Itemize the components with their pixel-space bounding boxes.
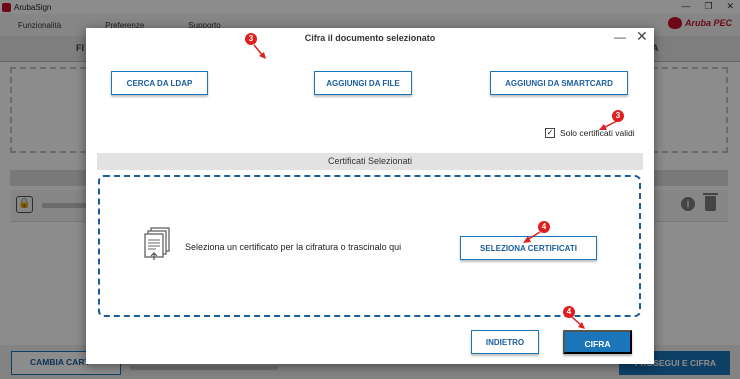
- select-certificates-button[interactable]: SELEZIONA CERTIFICATI: [460, 236, 597, 260]
- step-badge-3-title: 3: [245, 33, 257, 45]
- dialog-close-icon[interactable]: ✕: [636, 28, 648, 45]
- add-from-smartcard-button[interactable]: AGGIUNGI DA SMARTCARD: [490, 71, 628, 95]
- back-button[interactable]: INDIETRO: [471, 330, 539, 354]
- add-from-file-button[interactable]: AGGIUNGI DA FILE: [314, 71, 412, 95]
- checkbox-checked-icon[interactable]: ✓: [545, 128, 555, 138]
- selected-certificates-header: Certificati Selezionati: [97, 153, 643, 170]
- step-badge-4-select: 4: [538, 221, 550, 233]
- dialog-minimize-icon[interactable]: —: [614, 30, 626, 44]
- step-badge-3-checkbox: 3: [612, 110, 624, 122]
- step-badge-4-sign: 4: [563, 306, 575, 318]
- valid-certs-label: Solo certificati validi: [560, 128, 635, 138]
- dialog-title: Cifra il documento selezionato: [304, 33, 436, 43]
- search-ldap-button[interactable]: CERCA DA LDAP: [111, 71, 208, 95]
- documents-icon: [144, 227, 170, 260]
- encrypt-button[interactable]: CIFRA: [563, 330, 632, 354]
- drop-zone-hint: Seleziona un certificato per la cifratur…: [185, 242, 402, 252]
- valid-certs-checkbox[interactable]: ✓ Solo certificati validi: [545, 128, 635, 138]
